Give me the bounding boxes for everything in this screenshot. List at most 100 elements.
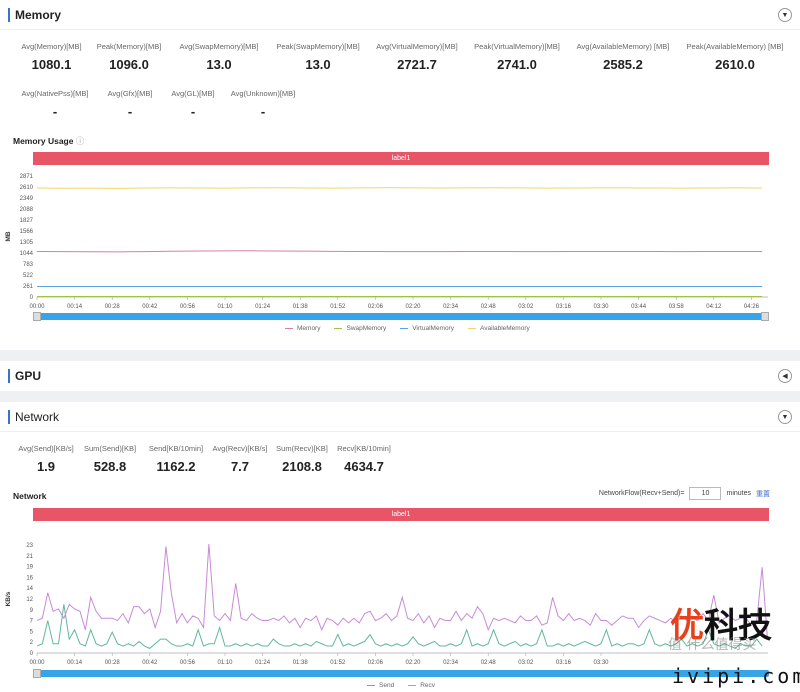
x-tick-label: 03:30 — [593, 304, 609, 310]
y-tick-label: 23 — [26, 543, 33, 549]
y-tick-label: 19 — [26, 565, 33, 571]
stat-value: 13.0 — [206, 57, 232, 72]
question-circle-icon[interactable]: ⓘ — [76, 136, 85, 146]
slider-handle-right[interactable] — [761, 312, 769, 321]
stat-item: Avg(Unknown)[MB] - — [222, 89, 304, 119]
stat-value: 2721.7 — [397, 57, 437, 72]
stat-label: Peak(VirtualMemory)[MB] — [474, 42, 560, 51]
flow-minutes-input[interactable]: 10 — [689, 487, 722, 500]
stat-value: 1096.0 — [109, 57, 149, 72]
memory-label-bar[interactable]: label1 — [33, 152, 769, 165]
stat-item: Avg(Memory)[MB] 1080.1 — [14, 42, 89, 72]
network-stats: Avg(Send)[KB/s] 1.9 Sum(Send)[KB] 528.8 Send… — [14, 444, 394, 474]
chevron-left-icon[interactable]: ◀ — [778, 369, 792, 383]
x-tick-label: 03:02 — [518, 304, 534, 310]
legend-item[interactable]: Send — [367, 682, 394, 689]
y-tick-label: 2871 — [20, 174, 34, 180]
legend-swatch — [400, 327, 409, 330]
legend-swatch — [285, 327, 293, 330]
network-panel: Network ▼ Avg(Send)[KB/s] 1.9 Sum(Send)[KB… — [0, 402, 800, 692]
y-tick-label: 14 — [26, 586, 33, 592]
stat-item: Avg(AvailableMemory) [MB] 2585.2 — [567, 42, 679, 72]
memory-legend: Memory SwapMemory VirtualMemory AvailableMe… — [285, 325, 530, 332]
x-tick-label: 03:58 — [669, 304, 685, 310]
x-tick-label: 01:10 — [217, 304, 233, 310]
stat-value: 7.7 — [230, 459, 250, 474]
stat-label: Send[KB/10min] — [148, 444, 204, 453]
y-tick-label: 1305 — [20, 240, 34, 246]
y-tick-label: 783 — [23, 262, 34, 268]
stat-label: Peak(SwapMemory)[MB] — [276, 42, 360, 51]
stat-item: Sum(Recv)[KB] 2108.8 — [270, 444, 334, 474]
stat-value: 13.0 — [305, 57, 331, 72]
gpu-header[interactable]: GPU ◀ — [0, 361, 800, 391]
gpu-title: GPU — [15, 369, 42, 383]
stat-label: Avg(Recv)[KB/s] — [212, 444, 268, 453]
memory-usage-chart: 0 261 522 783 1044 1305 1566 1827 2088 2349 2610 28… — [5, 174, 768, 310]
stat-value: 2585.2 — [603, 57, 643, 72]
x-tick-label: 00:28 — [105, 304, 121, 310]
stat-label: Recv[KB/10min] — [337, 444, 391, 453]
y-tick-label: 1044 — [20, 251, 34, 257]
network-title: Network — [15, 409, 60, 424]
chevron-down-icon[interactable]: ▼ — [778, 8, 792, 22]
x-tick-label: 03:44 — [631, 304, 647, 310]
slider-handle-left[interactable] — [33, 669, 41, 678]
x-tick-label: 00:00 — [29, 660, 45, 666]
legend-swatch — [367, 684, 375, 687]
legend-label: VirtualMemory — [412, 325, 454, 332]
stat-item: Avg(GL)[MB] - — [164, 89, 222, 119]
stat-label: Avg(VirtualMemory)[MB] — [376, 42, 458, 51]
legend-swatch — [408, 684, 417, 687]
y-tick-label: 12 — [26, 597, 33, 603]
stat-item: Peak(SwapMemory)[MB] 13.0 — [269, 42, 367, 72]
memory-stats-row1: Avg(Memory)[MB] 1080.1 Peak(Memory)[MB] 109… — [14, 42, 791, 72]
legend-item[interactable]: Memory — [285, 325, 320, 332]
flow-unit: minutes — [726, 490, 751, 497]
x-tick-label: 03:16 — [556, 304, 572, 310]
network-zoom-slider[interactable] — [33, 669, 769, 678]
stat-item: Recv[KB/10min] 4634.7 — [334, 444, 394, 474]
legend-item[interactable]: VirtualMemory — [400, 325, 454, 332]
x-tick-label: 01:38 — [293, 304, 309, 310]
x-tick-label: 03:30 — [593, 660, 609, 666]
stat-value: 528.8 — [93, 459, 127, 474]
x-tick-label: 02:20 — [405, 660, 421, 666]
stat-label: Avg(SwapMemory)[MB] — [179, 42, 259, 51]
series-line-recv — [36, 544, 769, 640]
memory-panel: Memory ▼ Avg(Memory)[MB] 1080.1 Peak(Memor… — [0, 0, 800, 350]
stat-value: 2108.8 — [282, 459, 322, 474]
y-tick-label: 2610 — [20, 185, 34, 191]
memory-title: Memory — [15, 7, 62, 22]
y-tick-label: 261 — [23, 284, 34, 290]
legend-item[interactable]: AvailableMemory — [468, 325, 530, 332]
stat-label: Peak(AvailableMemory) [MB] — [686, 42, 784, 51]
y-tick-label: 0 — [30, 651, 34, 657]
stat-item: Peak(Memory)[MB] 1096.0 — [89, 42, 169, 72]
x-tick-label: 02:48 — [481, 660, 497, 666]
legend-label: SwapMemory — [346, 325, 387, 332]
slider-handle-left[interactable] — [33, 312, 41, 321]
chevron-down-icon[interactable]: ▼ — [778, 410, 792, 424]
x-tick-label: 00:42 — [142, 304, 158, 310]
y-tick-label: 1827 — [20, 218, 34, 224]
y-axis-label: KB/s — [5, 591, 12, 606]
memory-chart-title-text: Memory Usage — [13, 136, 74, 146]
section-marker — [8, 369, 10, 383]
legend-item[interactable]: Recv — [408, 682, 435, 689]
reset-button[interactable]: 重置 — [756, 489, 770, 499]
memory-zoom-slider[interactable] — [33, 312, 769, 321]
stat-item: Avg(Recv)[KB/s] 7.7 — [210, 444, 270, 474]
x-tick-label: 00:28 — [105, 660, 121, 666]
x-tick-label: 01:38 — [293, 660, 309, 666]
memory-chart-title: Memory Usage ⓘ — [13, 135, 84, 147]
stat-item: Avg(SwapMemory)[MB] 13.0 — [169, 42, 269, 72]
series-line-send — [36, 604, 763, 649]
network-label-bar[interactable]: label1 — [33, 508, 769, 521]
y-tick-label: 2088 — [20, 207, 34, 213]
legend-label: Recv — [420, 682, 435, 689]
memory-header: Memory ▼ — [0, 0, 800, 30]
legend-item[interactable]: SwapMemory — [334, 325, 386, 332]
stat-value: - — [260, 104, 266, 119]
stat-value: 2741.0 — [497, 57, 537, 72]
